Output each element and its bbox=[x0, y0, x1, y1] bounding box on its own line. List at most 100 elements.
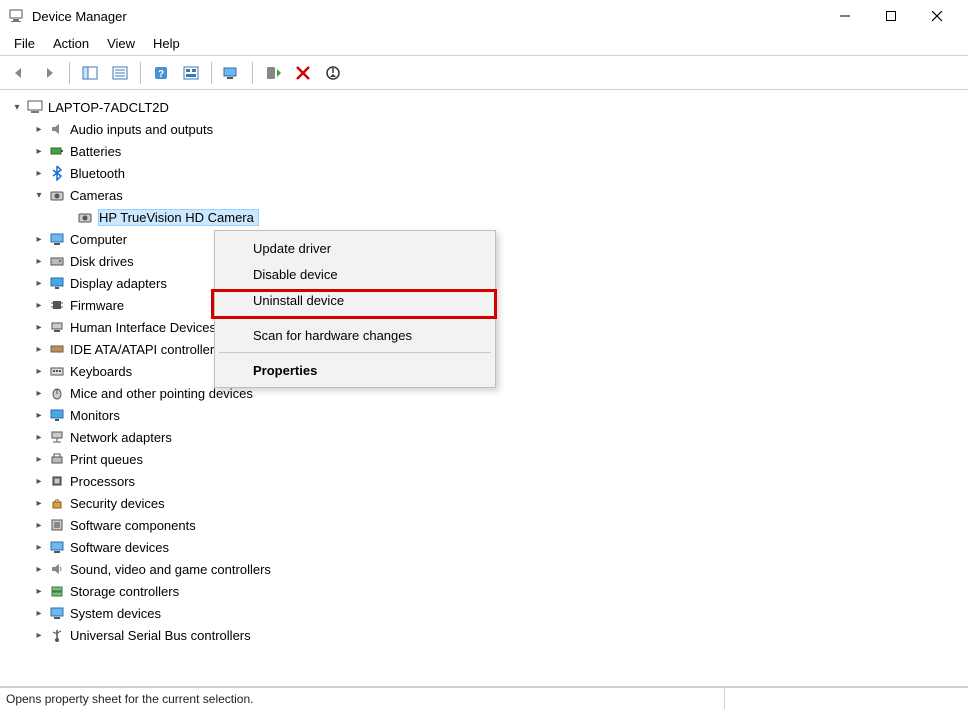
ctx-scan-hardware[interactable]: Scan for hardware changes bbox=[217, 322, 493, 348]
ctx-disable-device[interactable]: Disable device bbox=[217, 261, 493, 287]
tree-label: System devices bbox=[70, 606, 161, 621]
tree-item-audio[interactable]: ▸Audio inputs and outputs bbox=[8, 118, 966, 140]
tree-label: Software devices bbox=[70, 540, 169, 555]
menu-file[interactable]: File bbox=[6, 34, 43, 53]
disable-button[interactable] bbox=[320, 60, 346, 86]
tree-item-usb[interactable]: ▸Universal Serial Bus controllers bbox=[8, 624, 966, 646]
tree-item-batteries[interactable]: ▸ Batteries bbox=[8, 140, 966, 162]
toolbar: ? bbox=[0, 56, 968, 90]
titlebar: Device Manager bbox=[0, 0, 968, 32]
storage-icon bbox=[48, 582, 66, 600]
keyboard-icon bbox=[48, 362, 66, 380]
context-menu: Update driver Disable device Uninstall d… bbox=[214, 230, 496, 388]
back-button[interactable] bbox=[6, 60, 32, 86]
tree-label: HP TrueVision HD Camera bbox=[98, 209, 259, 226]
menu-action[interactable]: Action bbox=[45, 34, 97, 53]
chevron-right-icon[interactable]: ▸ bbox=[32, 584, 46, 598]
ctx-separator bbox=[219, 352, 491, 353]
chevron-down-icon[interactable]: ▾ bbox=[32, 188, 46, 202]
scan-hardware-button[interactable] bbox=[219, 60, 245, 86]
maximize-button[interactable] bbox=[868, 0, 914, 32]
tree-root[interactable]: ▾ LAPTOP-7ADCLT2D bbox=[8, 96, 966, 118]
chevron-right-icon[interactable]: ▸ bbox=[32, 232, 46, 246]
tree-item-security[interactable]: ▸ Security devices bbox=[8, 492, 966, 514]
chevron-right-icon[interactable]: ▸ bbox=[32, 562, 46, 576]
toolbar-separator bbox=[252, 62, 253, 84]
tree-label: Security devices bbox=[70, 496, 165, 511]
tree-label: Batteries bbox=[70, 144, 121, 159]
chevron-right-icon[interactable]: ▸ bbox=[32, 342, 46, 356]
chevron-right-icon[interactable]: ▸ bbox=[32, 364, 46, 378]
tree-label: LAPTOP-7ADCLT2D bbox=[48, 100, 169, 115]
speaker-icon bbox=[48, 560, 66, 578]
chevron-right-icon[interactable]: ▸ bbox=[32, 496, 46, 510]
chevron-right-icon[interactable]: ▸ bbox=[32, 430, 46, 444]
ctx-label: Disable device bbox=[253, 267, 338, 282]
chevron-right-icon[interactable]: ▸ bbox=[32, 166, 46, 180]
chevron-right-icon[interactable]: ▸ bbox=[32, 122, 46, 136]
tree-item-storage[interactable]: ▸ Storage controllers bbox=[8, 580, 966, 602]
chevron-right-icon[interactable]: ▸ bbox=[32, 474, 46, 488]
camera-icon bbox=[48, 186, 66, 204]
chevron-right-icon[interactable]: ▸ bbox=[32, 298, 46, 312]
ctx-uninstall-device[interactable]: Uninstall device bbox=[217, 287, 493, 313]
tree-label: Human Interface Devices bbox=[70, 320, 216, 335]
chip-icon bbox=[48, 296, 66, 314]
toolbar-separator bbox=[69, 62, 70, 84]
computer-icon bbox=[26, 98, 44, 116]
chevron-right-icon[interactable]: ▸ bbox=[32, 628, 46, 642]
tree-item-camera-hp[interactable]: HP TrueVision HD Camera bbox=[8, 206, 966, 228]
properties-button[interactable] bbox=[107, 60, 133, 86]
tree-item-monitors[interactable]: ▸Monitors bbox=[8, 404, 966, 426]
network-icon bbox=[48, 428, 66, 446]
tree-item-cameras[interactable]: ▾Cameras bbox=[8, 184, 966, 206]
minimize-button[interactable] bbox=[822, 0, 868, 32]
show-hide-tree-button[interactable] bbox=[77, 60, 103, 86]
chevron-down-icon[interactable]: ▾ bbox=[10, 100, 24, 114]
ctx-label: Update driver bbox=[253, 241, 331, 256]
chevron-right-icon[interactable]: ▸ bbox=[32, 408, 46, 422]
tree-item-swdev[interactable]: ▸ Software devices bbox=[8, 536, 966, 558]
chevron-right-icon[interactable]: ▸ bbox=[32, 452, 46, 466]
tree-item-swcomp[interactable]: ▸ Software components bbox=[8, 514, 966, 536]
tree-label: Sound, video and game controllers bbox=[70, 562, 271, 577]
close-button[interactable] bbox=[914, 0, 960, 32]
chevron-right-icon[interactable]: ▸ bbox=[32, 386, 46, 400]
app-icon bbox=[8, 8, 24, 24]
pc-icon bbox=[48, 230, 66, 248]
update-driver-button[interactable] bbox=[260, 60, 286, 86]
tree-item-sound[interactable]: ▸ Sound, video and game controllers bbox=[8, 558, 966, 580]
menu-help[interactable]: Help bbox=[145, 34, 188, 53]
menu-view[interactable]: View bbox=[99, 34, 143, 53]
chevron-right-icon[interactable]: ▸ bbox=[32, 518, 46, 532]
chevron-right-icon[interactable]: ▸ bbox=[32, 540, 46, 554]
device-tree[interactable]: ▾ LAPTOP-7ADCLT2D ▸Audio inputs and outp… bbox=[0, 90, 968, 687]
tree-label: Display adapters bbox=[70, 276, 167, 291]
monitor-icon bbox=[48, 406, 66, 424]
ctx-label: Uninstall device bbox=[253, 293, 344, 308]
uninstall-button[interactable] bbox=[290, 60, 316, 86]
chevron-right-icon[interactable]: ▸ bbox=[32, 144, 46, 158]
tree-label: Network adapters bbox=[70, 430, 172, 445]
action-button[interactable] bbox=[178, 60, 204, 86]
tree-item-print[interactable]: ▸Print queues bbox=[8, 448, 966, 470]
ctx-update-driver[interactable]: Update driver bbox=[217, 235, 493, 261]
chevron-right-icon[interactable]: ▸ bbox=[32, 276, 46, 290]
tree-item-bluetooth[interactable]: ▸Bluetooth bbox=[8, 162, 966, 184]
help-button[interactable]: ? bbox=[148, 60, 174, 86]
tree-item-system[interactable]: ▸ System devices bbox=[8, 602, 966, 624]
ctx-label: Scan for hardware changes bbox=[253, 328, 412, 343]
tree-label: Storage controllers bbox=[70, 584, 179, 599]
tree-item-network[interactable]: ▸ Network adapters bbox=[8, 426, 966, 448]
ctx-properties[interactable]: Properties bbox=[217, 357, 493, 383]
chevron-right-icon[interactable]: ▸ bbox=[32, 320, 46, 334]
disk-icon bbox=[48, 252, 66, 270]
tree-label: Software components bbox=[70, 518, 196, 533]
cpu-icon bbox=[48, 472, 66, 490]
tree-label: Computer bbox=[70, 232, 127, 247]
tree-label: Firmware bbox=[70, 298, 124, 313]
forward-button[interactable] bbox=[36, 60, 62, 86]
chevron-right-icon[interactable]: ▸ bbox=[32, 254, 46, 268]
tree-item-processors[interactable]: ▸Processors bbox=[8, 470, 966, 492]
chevron-right-icon[interactable]: ▸ bbox=[32, 606, 46, 620]
